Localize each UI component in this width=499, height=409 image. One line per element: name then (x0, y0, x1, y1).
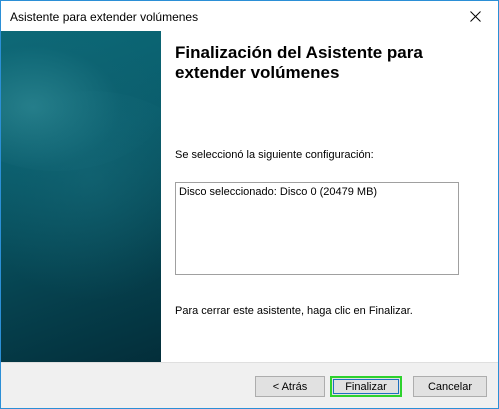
config-summary-box[interactable]: Disco seleccionado: Disco 0 (20479 MB) (175, 182, 459, 275)
finish-instruction: Para cerrar este asistente, haga clic en… (175, 305, 413, 317)
wizard-side-banner (1, 31, 161, 362)
page-title: Finalización del Asistente para extender… (175, 43, 423, 82)
wizard-window: Asistente para extender volúmenes Finali… (0, 0, 499, 409)
close-button[interactable] (452, 1, 498, 31)
window-title: Asistente para extender volúmenes (10, 10, 199, 24)
back-button[interactable]: < Atrás (255, 376, 325, 397)
config-label: Se seleccionó la siguiente configuración… (175, 149, 374, 161)
wizard-content: Finalización del Asistente para extender… (161, 31, 498, 362)
finish-button[interactable]: Finalizar (330, 376, 402, 397)
title-bar[interactable]: Asistente para extender volúmenes (1, 1, 498, 31)
close-icon (469, 10, 481, 22)
button-bar: < Atrás Finalizar Cancelar (1, 362, 498, 408)
cancel-button[interactable]: Cancelar (413, 376, 487, 397)
config-line-disk: Disco seleccionado: Disco 0 (20479 MB) (179, 186, 378, 198)
banner-decoration-secondary (1, 91, 161, 311)
